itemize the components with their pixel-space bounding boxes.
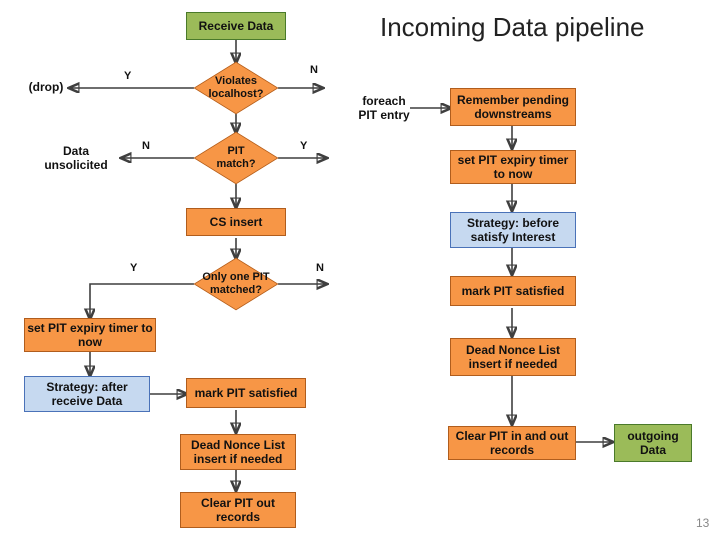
page-title: Incoming Data pipeline <box>380 12 645 43</box>
edge-label-onlyone-y: Y <box>130 262 137 274</box>
node-dead-nonce-left: Dead Nonce List insert if needed <box>180 434 296 470</box>
decision-pit-match-label: PIT match? <box>194 145 278 170</box>
arrow-layer <box>0 0 720 540</box>
edge-label-violates-n: N <box>310 64 318 76</box>
node-data-unsolicited: Data unsolicited <box>30 144 122 172</box>
node-set-expiry-left: set PIT expiry timer to now <box>24 318 156 352</box>
node-remember-pending: Remember pending downstreams <box>450 88 576 126</box>
edge-label-pitmatch-y: Y <box>300 140 307 152</box>
node-clear-pit-in-out: Clear PIT in and out records <box>448 426 576 460</box>
node-foreach-pit: foreach PIT entry <box>354 94 414 122</box>
node-clear-pit-out: Clear PIT out records <box>180 492 296 528</box>
edge-label-pitmatch-n: N <box>142 140 150 152</box>
node-mark-pit-satisfied-right: mark PIT satisfied <box>450 276 576 306</box>
edge-label-onlyone-n: N <box>316 262 324 274</box>
node-dead-nonce-right: Dead Nonce List insert if needed <box>450 338 576 376</box>
decision-only-one-pit-label: Only one PIT matched? <box>194 271 278 296</box>
node-mark-pit-satisfied-left: mark PIT satisfied <box>186 378 306 408</box>
node-drop: (drop) <box>22 80 70 94</box>
node-set-expiry-right: set PIT expiry timer to now <box>450 150 576 184</box>
node-strategy-after-receive: Strategy: after receive Data <box>24 376 150 412</box>
decision-pit-match: PIT match? <box>194 132 278 184</box>
decision-violates-localhost: Violates localhost? <box>194 62 278 114</box>
slide-number: 13 <box>696 516 709 530</box>
node-receive-data: Receive Data <box>186 12 286 40</box>
node-strategy-before-satisfy: Strategy: before satisfy Interest <box>450 212 576 248</box>
node-cs-insert: CS insert <box>186 208 286 236</box>
decision-only-one-pit: Only one PIT matched? <box>194 258 278 310</box>
decision-violates-localhost-label: Violates localhost? <box>194 75 278 100</box>
edge-label-violates-y: Y <box>124 70 131 82</box>
node-outgoing-data: outgoing Data <box>614 424 692 462</box>
